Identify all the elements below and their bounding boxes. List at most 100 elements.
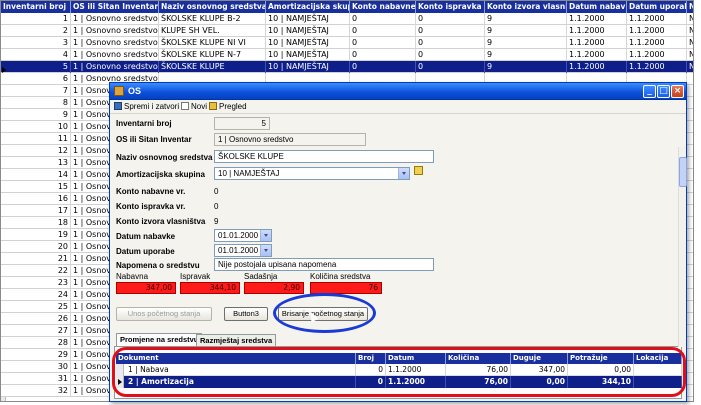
table-row[interactable]: 41 | Osnovno sredstvo ŠKOLSKE KLUPE N-7 10… <box>1 49 693 61</box>
column-header[interactable]: Datum nabavke <box>567 1 627 13</box>
table-cell <box>687 181 693 193</box>
column-header[interactable]: Datum uporabe <box>627 1 687 13</box>
table-row[interactable]: 11 | Osnovno sredstvo ŠKOLSKE KLUPE B-2 10… <box>1 13 693 25</box>
unos-pocetnog-stanja-button[interactable]: Unos početnog stanja <box>116 307 212 321</box>
table-cell <box>687 241 693 253</box>
table-cell: 8 <box>1 97 71 109</box>
table-cell: 14 <box>1 169 71 181</box>
table-cell: 1.1.2000 <box>567 13 627 25</box>
nabavna-label: Nabavna <box>116 272 149 281</box>
column-header[interactable]: N <box>687 1 693 13</box>
amort-select[interactable]: 10 | NAMJEŠTAJ <box>214 167 410 180</box>
table-cell: 4 <box>1 49 71 61</box>
table-cell: 10 <box>1 121 71 133</box>
minimize-button[interactable]: _ <box>643 85 656 98</box>
datum-uporabe-picker[interactable]: 01.01.2000 <box>214 244 272 257</box>
chevron-down-icon[interactable] <box>398 168 409 179</box>
naziv-input[interactable]: ŠKOLSKE KLUPE <box>214 150 434 163</box>
table-cell: 9 <box>485 25 567 37</box>
table-cell: 1 | Osnovno sredstvo <box>73 37 159 49</box>
konto-ispravka-value: 0 <box>214 202 219 211</box>
column-header[interactable]: Naziv osnovnog sredstva <box>159 1 266 13</box>
table-cell: 19 <box>1 229 71 241</box>
red-highlight-annotation <box>112 347 686 397</box>
datum-uporabe-label: Datum uporabe <box>116 247 175 256</box>
table-cell: 1 | Osnovno sredstvo <box>73 61 159 73</box>
new-document-icon <box>181 102 189 110</box>
datum-nabavke-label: Datum nabavke <box>116 232 176 241</box>
table-cell: 31 <box>1 373 71 385</box>
os-type-value: 1 | Osnovno sredstvo <box>218 135 294 144</box>
table-cell <box>687 157 693 169</box>
table-cell: 9 <box>485 61 567 73</box>
table-cell: 28 <box>1 337 71 349</box>
ispravak-label: Ispravak <box>180 272 211 281</box>
column-header[interactable]: Amortizacijska skupina <box>266 1 350 13</box>
table-cell: 1.1.2000 <box>567 61 627 73</box>
table-cell: 9 <box>485 37 567 49</box>
table-cell: 1.1.2000 <box>627 13 687 25</box>
table-cell: N <box>687 61 693 73</box>
vertical-scrollbar[interactable] <box>678 147 687 347</box>
datum-nabavke-picker[interactable]: 01.01.2000 <box>214 229 272 242</box>
column-header[interactable]: Inventarni broj <box>1 1 71 13</box>
table-cell: 1 | Osnovno sredstvo <box>73 25 159 37</box>
table-cell: 1 | Osnovno sredstvo <box>73 13 159 25</box>
calendar-dropdown-icon[interactable] <box>260 245 271 256</box>
table-cell: 10 | NAMJEŠTAJ <box>266 37 350 49</box>
table-row[interactable]: 31 | Osnovno sredstvo ŠKOLSKE KLUPE NI VI… <box>1 37 693 49</box>
preview-button[interactable]: Pregled <box>209 102 247 112</box>
save-close-button[interactable]: Spremi i zatvori <box>114 102 179 112</box>
column-header[interactable]: Konto izvora vlasništva <box>485 1 567 13</box>
table-cell: 21 <box>1 253 71 265</box>
napomena-input[interactable]: Nije postojala upisana napomena <box>214 258 434 271</box>
os-type-select[interactable]: 1 | Osnovno sredstvo <box>214 133 366 146</box>
table-row[interactable]: 51 | Osnovno sredstvo ŠKOLSKE KLUPE 10 | N… <box>1 61 693 73</box>
dialog-toolbar: Spremi i zatvori Novi Pregled <box>110 100 686 114</box>
konto-nabavne-label: Konto nabavne vr. <box>116 187 186 196</box>
close-button[interactable]: × <box>671 85 684 98</box>
table-cell <box>687 229 693 241</box>
column-header[interactable]: OS ili Sitan Inventar <box>71 1 159 13</box>
table-cell <box>687 277 693 289</box>
table-cell: 1.1.2000 <box>567 25 627 37</box>
new-button[interactable]: Novi <box>181 102 207 112</box>
table-cell: 22 <box>1 265 71 277</box>
table-cell: 1.1.2000 <box>627 49 687 61</box>
calendar-dropdown-icon[interactable] <box>260 230 271 241</box>
inv-broj-field[interactable]: 5 <box>214 117 270 130</box>
tab-promjene[interactable]: Promjene na sredstvu <box>116 333 203 346</box>
table-cell <box>687 349 693 361</box>
table-cell <box>687 205 693 217</box>
table-cell <box>687 325 693 337</box>
table-cell: 26 <box>1 313 71 325</box>
column-header[interactable]: Konto ispravka vr. <box>416 1 485 13</box>
table-cell <box>687 313 693 325</box>
table-cell: 11 <box>1 133 71 145</box>
table-row[interactable]: 21 | Osnovno sredstvo KLUPE SH VEL. 10 | N… <box>1 25 693 37</box>
table-cell: 6 <box>1 73 71 85</box>
table-cell: 12 <box>1 145 71 157</box>
maximize-button[interactable]: □ <box>657 85 670 98</box>
scrollbar-thumb[interactable] <box>679 157 687 187</box>
table-cell <box>687 85 693 97</box>
button3-button[interactable]: Button3 <box>224 307 268 321</box>
table-cell: 0 <box>350 49 416 61</box>
table-cell: 9 <box>485 13 567 25</box>
current-row-arrow-icon <box>2 67 6 73</box>
table-cell: 9 <box>485 49 567 61</box>
preview-label: Pregled <box>219 102 247 111</box>
table-cell: ŠKOLSKE KLUPE NI VI <box>159 37 266 49</box>
table-cell <box>687 373 693 385</box>
sadasnja-value: 2,90 <box>244 282 304 294</box>
table-cell: 1 | Osnovno sredstvo <box>73 49 159 61</box>
tab-razmjestaj[interactable]: Razmještaj sredstva <box>196 334 277 346</box>
edit-lookup-icon[interactable] <box>414 166 423 175</box>
dialog-titlebar[interactable]: OS _ □ × <box>110 83 686 100</box>
table-cell: 24 <box>1 289 71 301</box>
column-header[interactable]: Konto nabavne vr. <box>350 1 416 13</box>
table-cell: 23 <box>1 277 71 289</box>
ispravak-value: 344,10 <box>180 282 240 294</box>
table-cell: 10 | NAMJEŠTAJ <box>266 13 350 25</box>
table-cell: 32 <box>1 385 71 397</box>
